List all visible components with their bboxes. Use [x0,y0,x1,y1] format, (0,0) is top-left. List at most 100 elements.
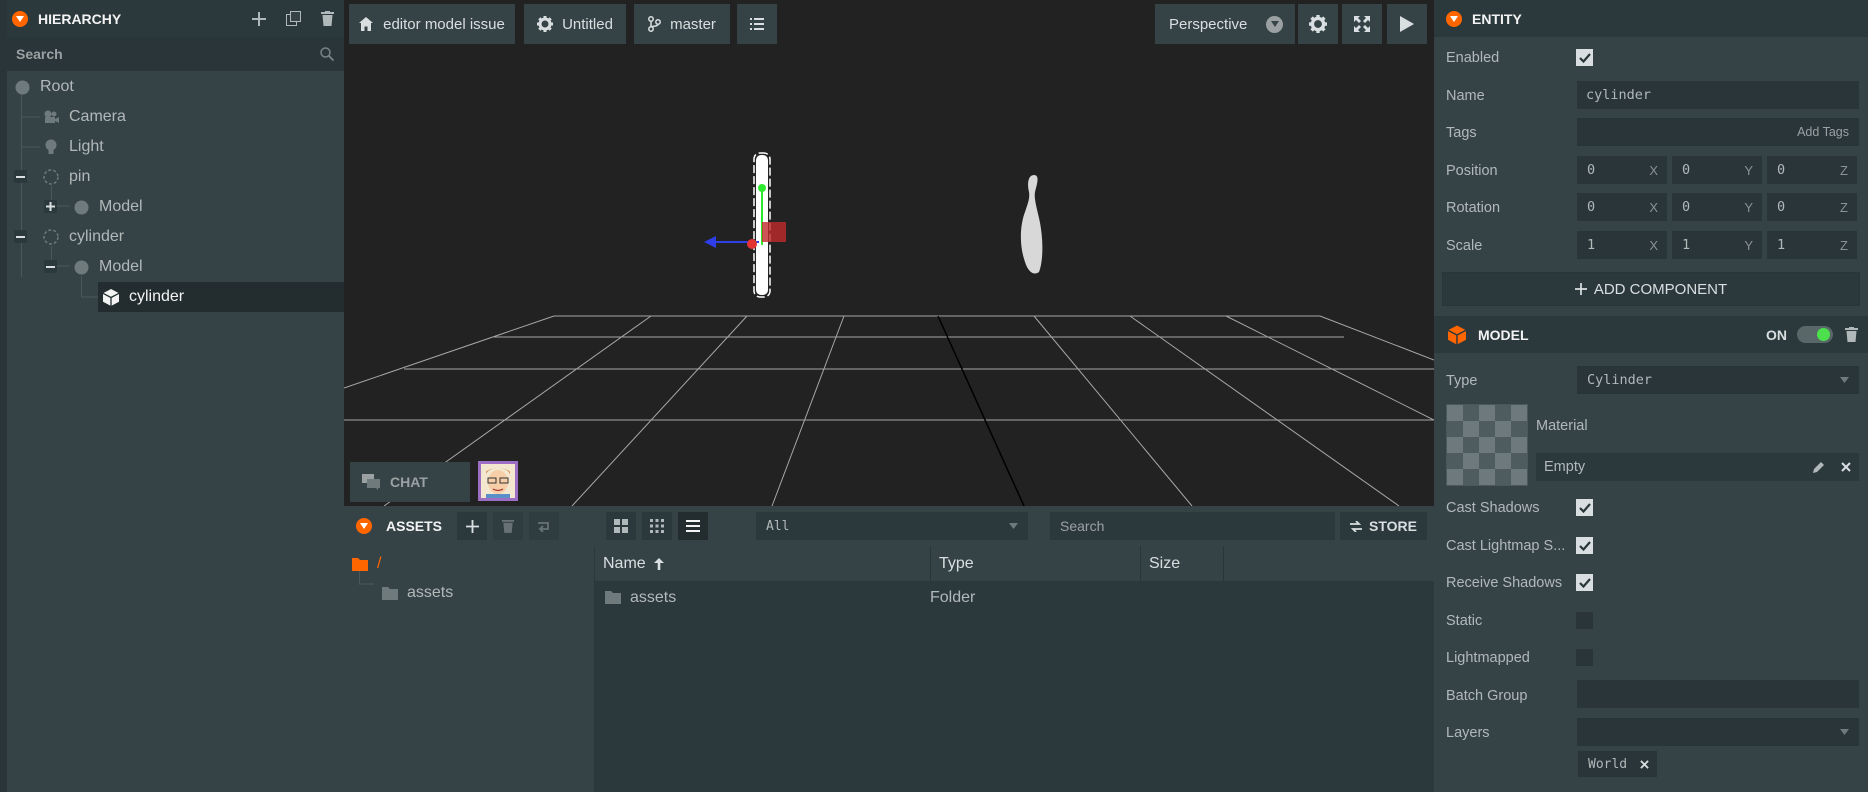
tree-item-label: pin [69,168,91,185]
chat-icon [362,474,380,490]
enabled-checkbox[interactable] [1576,49,1593,66]
reimport-asset-button[interactable] [529,512,559,540]
delete-asset-button[interactable] [493,512,523,540]
scale-x-input[interactable]: 1X [1577,231,1667,259]
static-checkbox[interactable] [1576,612,1593,629]
tree-item-cylinder-model[interactable]: Model [73,252,143,282]
tags-input[interactable]: Add Tags [1577,118,1859,146]
type-value: Cylinder [1587,372,1653,388]
bowling-pin[interactable] [1020,175,1043,274]
asset-search-input[interactable]: Search [1050,512,1335,540]
close-icon[interactable] [1640,759,1649,769]
list-view-button[interactable] [678,512,708,540]
collapse-hierarchy-icon[interactable] [12,10,28,27]
scene-viewport[interactable]: editor model issue Untitled master Persp… [344,0,1434,506]
rotation-y-input[interactable]: 0Y [1672,193,1762,221]
position-z-input[interactable]: 0Z [1767,156,1857,184]
cast-shadows-checkbox[interactable] [1576,499,1593,516]
type-select[interactable]: Cylinder [1577,366,1859,394]
vec-value: 1 [1682,237,1691,253]
folder-icon [605,591,621,604]
store-button[interactable]: STORE [1340,512,1427,540]
return-icon [538,522,549,532]
plus-icon [465,519,479,533]
asset-filter-select[interactable]: All [756,512,1028,540]
table-row[interactable]: assets Folder [595,581,1434,614]
scale-z-input[interactable]: 1Z [1767,231,1857,259]
viewport-settings-button[interactable] [1298,4,1338,44]
rotation-x-input[interactable]: 0X [1577,193,1667,221]
scale-y-input[interactable]: 1Y [1672,231,1762,259]
add-entity-button[interactable] [242,0,276,37]
column-size[interactable]: Size [1141,546,1224,581]
tree-item-selected[interactable]: cylinder [98,282,344,312]
name-input[interactable]: cylinder [1577,81,1859,109]
row-type: Folder [930,588,976,606]
cast-lightmap-checkbox[interactable] [1576,537,1593,554]
launch-button[interactable] [1387,4,1427,44]
user-avatar[interactable] [478,461,518,501]
duplicate-entity-button[interactable] [276,0,310,37]
pencil-icon[interactable] [1813,461,1825,473]
position-y-input[interactable]: 0Y [1672,156,1762,184]
expand-model-toggle[interactable] [44,200,57,213]
column-type[interactable]: Type [931,546,1141,581]
material-slot[interactable]: Empty [1536,453,1859,481]
add-component-button[interactable]: ADD COMPONENT [1442,272,1860,306]
hierarchy-search-input[interactable]: Search [16,46,63,62]
tags-label: Tags [1446,125,1477,141]
project-button[interactable]: editor model issue [349,4,515,44]
collapse-pin-toggle[interactable] [14,170,27,183]
collapse-assets-icon[interactable] [356,518,372,534]
position-x-input[interactable]: 0X [1577,156,1667,184]
scene-list-button[interactable] [737,4,777,44]
rotation-label: Rotation [1446,200,1501,216]
camera-name: Perspective [1169,15,1248,33]
entity-dot-icon [73,259,89,275]
grid-large-icon [614,519,628,533]
name-value: cylinder [1586,87,1652,103]
trash-icon[interactable] [1845,327,1858,342]
assets-header: ASSETS All Search STORE [344,506,1434,546]
tree-item-cylinder-mesh[interactable]: cylinder [103,282,184,312]
delete-entity-button[interactable] [310,0,344,37]
folder-root[interactable]: / [352,555,381,573]
grid-large-view-button[interactable] [606,512,636,540]
lightmapped-checkbox[interactable] [1576,649,1593,666]
collapse-entity-icon[interactable] [1446,10,1462,27]
layer-tag-world[interactable]: World [1578,751,1657,777]
tree-item-label: Camera [69,108,126,125]
tree-item-pin-model[interactable]: Model [73,192,143,222]
layers-label: Layers [1446,725,1490,741]
camera-select[interactable]: Perspective [1155,4,1295,44]
model-enabled-toggle[interactable] [1797,326,1833,343]
hierarchy-edge [0,0,7,792]
collapse-cylinder-toggle[interactable] [14,230,27,243]
project-name: editor model issue [383,15,505,33]
grid-small-view-button[interactable] [642,512,672,540]
receive-shadows-checkbox[interactable] [1576,574,1593,591]
collapse-cylinder-model-toggle[interactable] [44,260,57,273]
add-asset-button[interactable] [457,512,487,540]
close-icon[interactable] [1841,462,1851,472]
fullscreen-button[interactable] [1342,4,1382,44]
rotation-z-input[interactable]: 0Z [1767,193,1857,221]
tree-item-camera[interactable]: Camera [43,102,126,132]
folder-assets[interactable]: assets [382,584,453,602]
tree-item-root[interactable]: Root [14,72,74,102]
folder-root-label: / [377,555,382,572]
scene-settings-button[interactable]: Untitled [524,4,626,44]
enabled-label: Enabled [1446,50,1500,66]
branch-button[interactable]: master [634,4,730,44]
batch-group-select[interactable] [1577,680,1859,708]
tree-item-cylinder[interactable]: cylinder [43,222,124,252]
tree-item-pin[interactable]: pin [43,162,90,192]
tree-item-light[interactable]: Light [43,132,104,162]
tree-item-label: Light [69,138,104,155]
hierarchy-search[interactable]: Search [0,37,344,71]
column-name[interactable]: Name [595,546,931,581]
material-preview[interactable] [1446,404,1528,486]
chat-button[interactable]: CHAT [350,462,470,502]
scene-grid [344,152,1434,506]
layers-select[interactable] [1577,718,1859,746]
